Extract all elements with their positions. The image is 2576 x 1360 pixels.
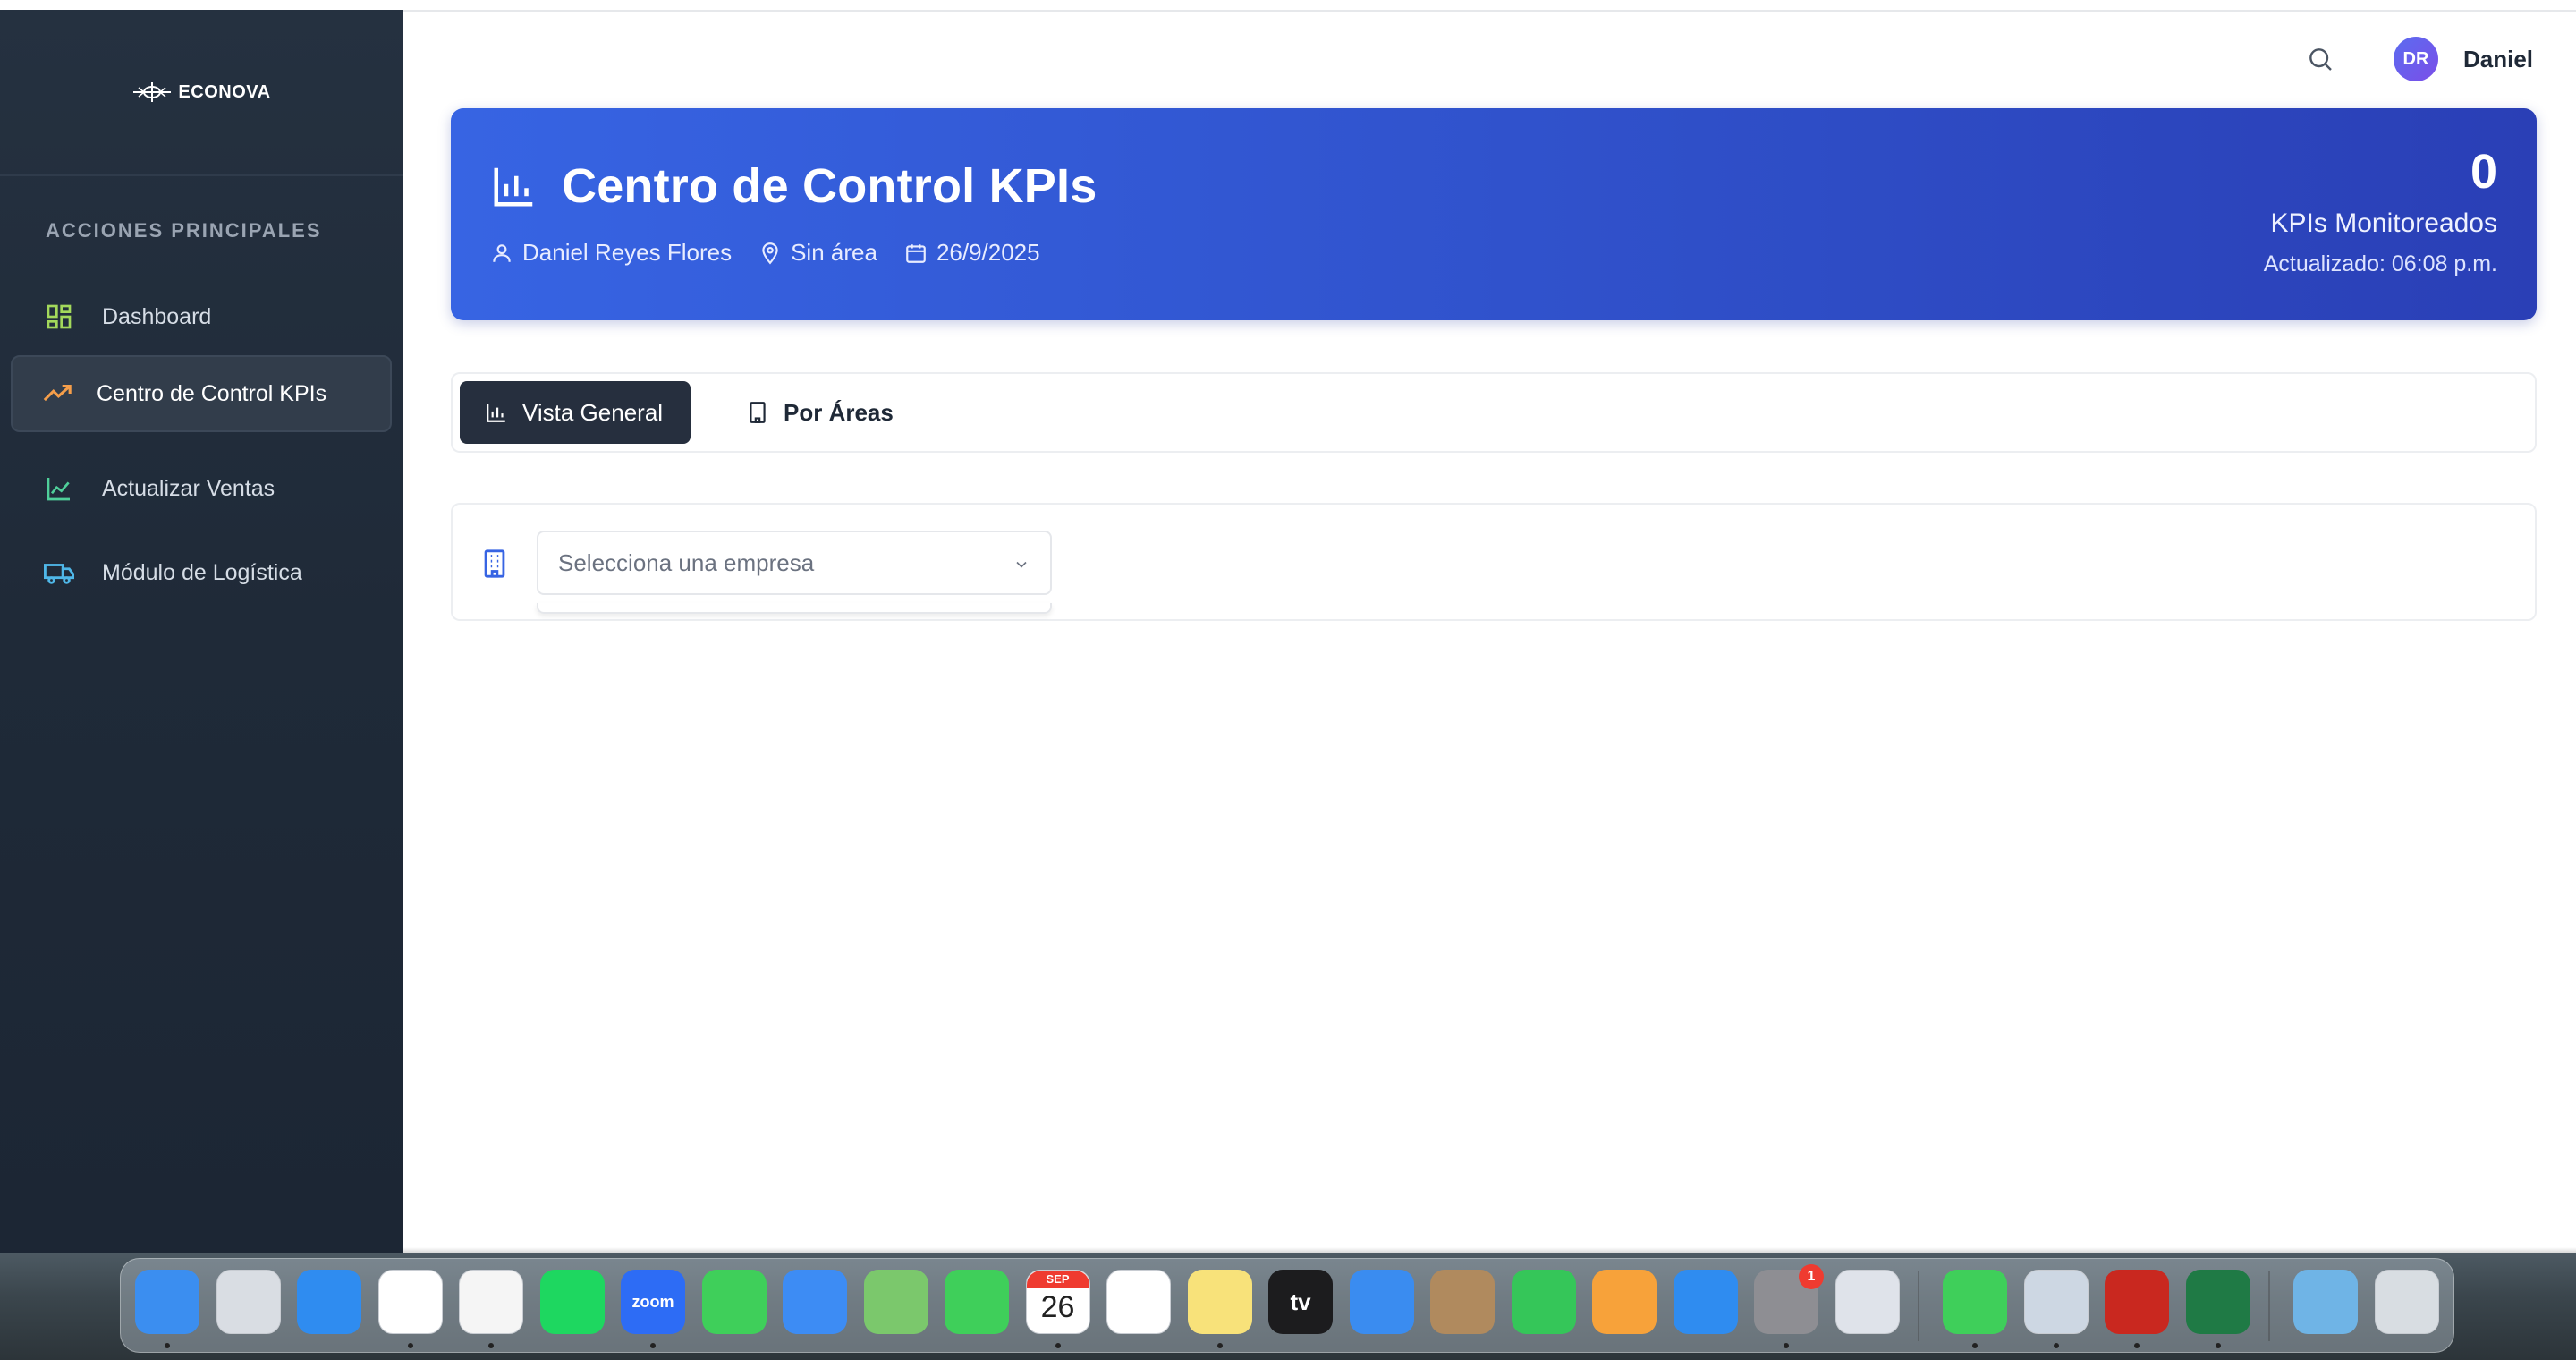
- hero-user-name: Daniel Reyes Flores: [522, 239, 733, 266]
- dock-app-messages[interactable]: [701, 1270, 767, 1334]
- calendar-day: 26: [1040, 1290, 1075, 1324]
- company-select-placeholder: Selecciona una empresa: [558, 548, 815, 576]
- notification-badge: 1: [1799, 1264, 1824, 1289]
- avatar[interactable]: DR: [2394, 37, 2438, 81]
- tab-label: Vista General: [522, 398, 664, 426]
- tab-por-areas[interactable]: Por Áreas: [721, 381, 919, 444]
- kpi-count: 0: [2470, 145, 2497, 199]
- hero-stats: 0 KPIs Monitoreados Actualizado: 06:08 p…: [2264, 148, 2497, 277]
- dock-separator: [1918, 1271, 1919, 1341]
- bar-chart-icon: [494, 167, 533, 207]
- sidebar-section-title: ACCIONES PRINCIPALES: [46, 219, 322, 242]
- dock-app-excel[interactable]: [2185, 1270, 2250, 1334]
- dock-app-mail[interactable]: [783, 1270, 847, 1334]
- company-select[interactable]: Selecciona una empresa: [537, 531, 1052, 595]
- page-title: Centro de Control KPIs: [562, 159, 1097, 213]
- sidebar: ECONOVA ACCIONES PRINCIPALES Dashboard C…: [0, 10, 402, 1253]
- dock-app-calendar[interactable]: SEP 26: [1025, 1270, 1090, 1334]
- building-icon: [750, 402, 766, 423]
- hero-meta: Daniel Reyes Flores Sin área 26/9/2025: [490, 239, 1040, 267]
- user-icon: [493, 243, 511, 262]
- tab-label: Por Áreas: [784, 398, 894, 426]
- hero-user: Daniel Reyes Flores: [490, 239, 732, 267]
- dock-app-preview[interactable]: [2023, 1270, 2089, 1334]
- trending-up-icon: [41, 378, 73, 410]
- sidebar-item-kpi-control[interactable]: Centro de Control KPIs: [11, 355, 392, 432]
- econova-logo-icon: [133, 82, 172, 102]
- dock-running-indicator: [1216, 1343, 1223, 1348]
- calendar-month: SEP: [1026, 1271, 1089, 1288]
- dock-app-app-store[interactable]: [1673, 1270, 1738, 1334]
- line-chart-icon: [43, 472, 75, 505]
- dock-app-maps[interactable]: [863, 1270, 928, 1334]
- dock-app-launchpad[interactable]: [216, 1270, 281, 1334]
- dock-app-iphone-mirroring[interactable]: [1835, 1270, 1900, 1334]
- dock-app-pages[interactable]: [1592, 1270, 1657, 1334]
- dashboard-grid-icon: [43, 301, 75, 333]
- dock-app-downloads[interactable]: [2293, 1270, 2358, 1334]
- truck-icon: [43, 557, 75, 589]
- company-select-dropdown[interactable]: [537, 603, 1052, 614]
- dock-running-indicator: [1055, 1343, 1061, 1348]
- hero-area-text: Sin área: [791, 239, 877, 266]
- dock-app-facetime[interactable]: [945, 1270, 1009, 1334]
- kpi-count-label: KPIs Monitoreados: [2270, 208, 2497, 238]
- hero-title-row: Centro de Control KPIs: [490, 158, 1097, 214]
- dock-app-reminders[interactable]: [1106, 1270, 1171, 1334]
- tab-vista-general[interactable]: Vista General: [460, 381, 691, 444]
- sidebar-item-update-sales[interactable]: Actualizar Ventas: [11, 450, 392, 527]
- hero-area: Sin área: [758, 239, 877, 267]
- sidebar-item-label: Dashboard: [102, 303, 212, 329]
- dock-app-contacts[interactable]: [1430, 1270, 1495, 1334]
- view-tabs: Vista General Por Áreas: [451, 372, 2537, 453]
- dock-app-notes[interactable]: [1187, 1270, 1252, 1334]
- dock-running-indicator: [165, 1343, 170, 1348]
- dock-app-finder[interactable]: [135, 1270, 199, 1334]
- calendar-icon: [906, 243, 926, 263]
- sidebar-item-label: Centro de Control KPIs: [97, 380, 327, 406]
- bar-chart-icon: [487, 404, 505, 422]
- dock-app-chrome[interactable]: [377, 1270, 443, 1334]
- dock-app-trash[interactable]: [2374, 1270, 2439, 1334]
- chevron-down-icon: [1016, 561, 1027, 568]
- top-bar: [402, 10, 2576, 106]
- dock-app-tv[interactable]: tv: [1268, 1270, 1333, 1334]
- dock-app-acrobat[interactable]: [2105, 1270, 2169, 1334]
- dock-running-indicator: [650, 1343, 656, 1348]
- dock-app-zoom[interactable]: zoom: [621, 1270, 685, 1334]
- search-icon[interactable]: [2306, 45, 2338, 77]
- macos-dock: zoom SEP 26 tv 1: [120, 1258, 2454, 1353]
- dock-running-indicator: [1972, 1343, 1978, 1348]
- dock-running-indicator: [488, 1343, 494, 1348]
- dock-app-numbers[interactable]: [1511, 1270, 1576, 1334]
- sidebar-item-label: Módulo de Logística: [102, 559, 302, 585]
- user-name[interactable]: Daniel: [2463, 46, 2533, 73]
- dock-app-whatsapp[interactable]: [1943, 1270, 2007, 1334]
- brand-logo-area[interactable]: ECONOVA: [0, 10, 402, 176]
- kpi-hero-banner: Centro de Control KPIs Daniel Reyes Flor…: [451, 108, 2537, 320]
- sidebar-item-dashboard[interactable]: Dashboard: [11, 278, 392, 355]
- building-icon: [484, 549, 505, 578]
- dock-running-indicator: [407, 1343, 413, 1348]
- brand-name: ECONOVA: [178, 81, 271, 102]
- dock-running-indicator: [2053, 1343, 2059, 1348]
- hero-date: 26/9/2025: [904, 239, 1040, 267]
- sidebar-item-logistics[interactable]: Módulo de Logística: [11, 534, 392, 611]
- hero-date-text: 26/9/2025: [936, 239, 1040, 266]
- last-updated: Actualizado: 06:08 p.m.: [2263, 251, 2497, 276]
- dock-app-spotify[interactable]: [539, 1270, 605, 1334]
- dock-app-keynote[interactable]: [1349, 1270, 1414, 1334]
- dock-app-system-settings[interactable]: 1: [1754, 1264, 1824, 1334]
- map-pin-icon: [762, 242, 778, 264]
- company-filter-card: Selecciona una empresa: [451, 503, 2537, 621]
- dock-app-safari[interactable]: [297, 1270, 361, 1334]
- dock-app-chatgpt[interactable]: [459, 1270, 523, 1334]
- dock-running-indicator: [1784, 1343, 1789, 1348]
- sidebar-item-label: Actualizar Ventas: [102, 475, 275, 501]
- dock-running-indicator: [2215, 1343, 2221, 1348]
- dock-separator: [2268, 1271, 2270, 1341]
- dock-running-indicator: [2134, 1343, 2140, 1348]
